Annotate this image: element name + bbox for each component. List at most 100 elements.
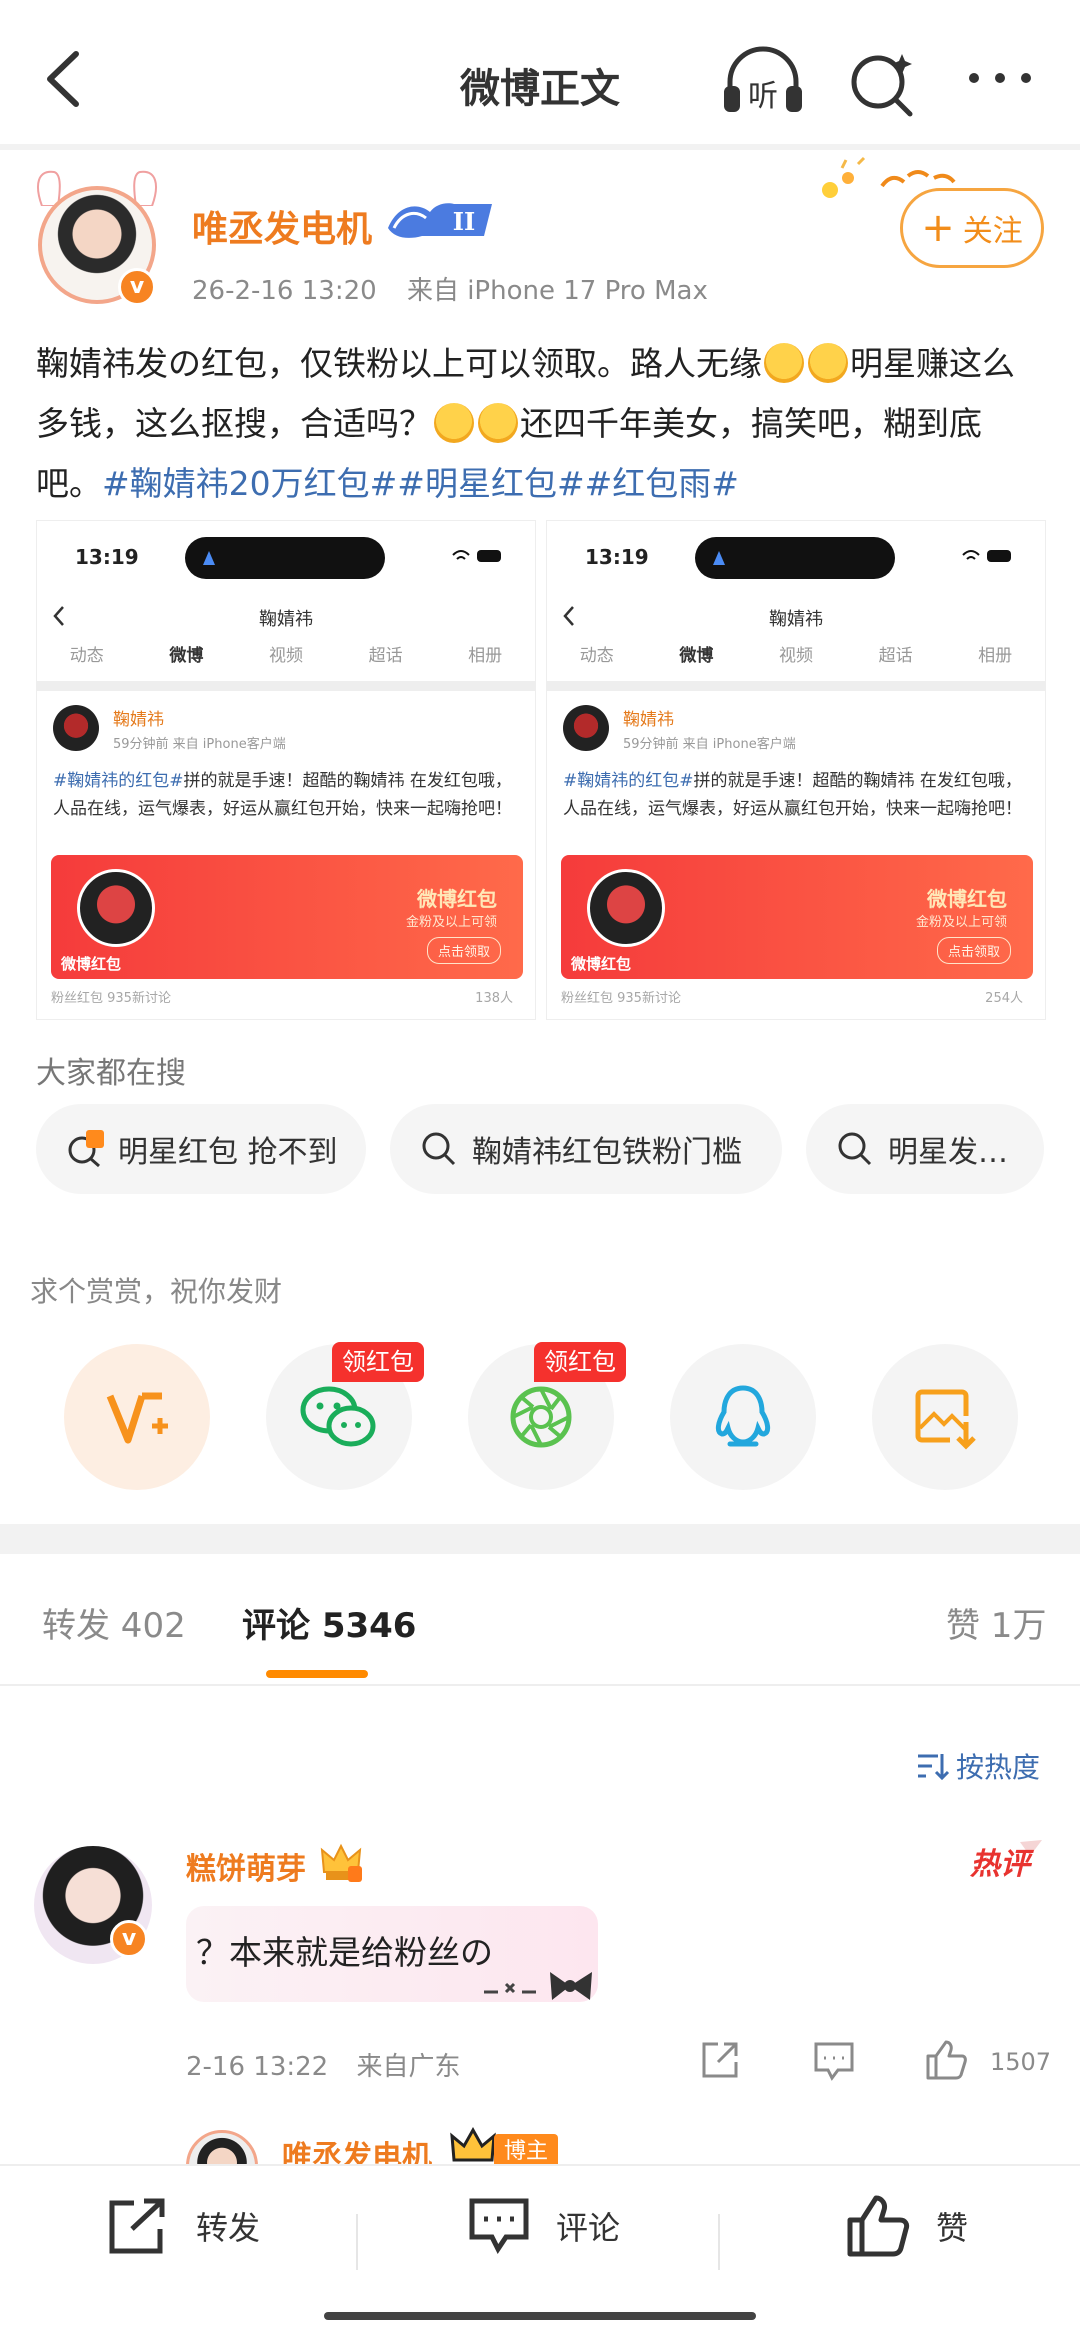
repost-icon [109, 2198, 165, 2254]
verified-badge-icon: v [118, 268, 156, 306]
author-name[interactable]: 唯丞发电机 [192, 200, 372, 252]
divider [0, 144, 1080, 150]
listen-label: 听 [748, 79, 778, 114]
hot-comment-tag-icon: 热评 [969, 1840, 1042, 1882]
reward-v-icon [106, 1392, 168, 1444]
share-qq-button[interactable] [670, 1344, 816, 1490]
mini-nav: 鞠婧祎 [37, 593, 535, 639]
sort-by-hot-button[interactable]: 按热度 [914, 1746, 1040, 1786]
wechat-icon [300, 1386, 376, 1447]
repost-comment-icon[interactable] [696, 2036, 744, 2084]
search-chip-label: 明星发… [888, 1135, 1008, 1170]
comment-like-count: 1507 [990, 2048, 1052, 2076]
yummy-emoji-icon [808, 343, 848, 383]
red-packet-sub: 金粉及以上可领 [405, 915, 497, 930]
home-indicator [324, 2312, 756, 2320]
red-packet-title: 微博红包 [927, 887, 1007, 911]
hashtag-link[interactable]: #鞠婧祎20万红包# [102, 464, 397, 503]
tab-comments[interactable]: 评论 5346 [242, 1598, 416, 1647]
listen-button[interactable]: 听 [718, 44, 808, 120]
search-chip[interactable]: 明星发… [806, 1104, 1044, 1194]
post-image[interactable]: 13:19 鞠婧祎 动态 微博 视频 超话 相册 鞠婧祎 59分钟前 来自 iP… [36, 520, 536, 1020]
mini-footer-right: 138人 [475, 991, 513, 1006]
mini-avatar [563, 705, 609, 751]
search-chip-label: 鞠婧祎红包铁粉门槛 [472, 1135, 742, 1170]
comment-time: 2-16 13:22 [186, 2052, 329, 2082]
comment-button[interactable]: 评论 [466, 2166, 620, 2286]
mini-tab: 视频 [268, 646, 303, 666]
hashtag-link[interactable]: #红包雨# [585, 464, 739, 503]
post-source: 来自 iPhone 17 Pro Max [406, 276, 708, 306]
search-icon [851, 54, 913, 117]
section-divider [0, 1524, 1080, 1554]
divider [547, 681, 1045, 691]
mini-meta: 59分钟前 来自 iPhone客户端 [623, 737, 796, 752]
moments-aperture-icon [510, 1386, 572, 1448]
comment-location: 来自广东 [356, 2052, 461, 2082]
mini-meta: 59分钟前 来自 iPhone客户端 [113, 737, 286, 752]
fan-level-badge-icon: II [388, 203, 492, 238]
comment-text: ？本来就是给粉丝の [196, 1933, 493, 1972]
search-chip-label: 明星红包 抢不到 [118, 1135, 338, 1170]
mini-footer-left: 粉丝红包 935新讨论 [561, 991, 681, 1006]
hot-search-icon [68, 1130, 104, 1168]
kiss-emoji-icon [478, 403, 518, 443]
kiss-emoji-icon [434, 403, 474, 443]
mini-footer-right: 254人 [985, 991, 1023, 1006]
mini-text: #鞠婧祎的红包#拼的就是手速！超酷的鞠婧祎 在发红包哦，人品在线，运气爆表，好运… [563, 767, 1033, 823]
image-download-icon [915, 1389, 976, 1450]
mini-tab: 超话 [368, 646, 403, 666]
search-button[interactable] [842, 44, 922, 120]
search-icon [422, 1132, 456, 1166]
comment-label: 评论 [556, 2209, 621, 2247]
reward-button[interactable] [64, 1344, 210, 1490]
mini-tab: 动态 [579, 646, 614, 666]
red-packet-avatar [587, 869, 665, 947]
mini-hashtag: #鞠婧祎的红包# [563, 771, 694, 791]
search-chip[interactable]: 明星红包 抢不到 [36, 1104, 366, 1194]
yummy-emoji-icon [764, 343, 804, 383]
hashtag-link[interactable]: #明星红包# [397, 464, 584, 503]
follow-label: 关注 [962, 214, 1023, 249]
fan-level-text: II [453, 207, 475, 236]
follow-button[interactable]: + 关注 [900, 188, 1044, 268]
like-button[interactable]: 赞 [846, 2166, 968, 2286]
mini-tab: 微博 [679, 646, 714, 666]
sort-label: 按热度 [956, 1751, 1041, 1784]
bottom-action-bar: 转发 评论 赞 [0, 2164, 1080, 2328]
red-packet-badge: 领红包 [332, 1342, 424, 1382]
mini-tab: 微博 [169, 646, 204, 666]
tab-likes[interactable]: 赞 1万 [946, 1598, 1046, 1647]
top-navigation-bar: 微博正文 听 [0, 0, 1080, 150]
divider [718, 2214, 720, 2270]
red-packet-badge: 领红包 [534, 1342, 626, 1382]
mini-nav: 鞠婧祎 [547, 593, 1045, 639]
reply-comment-icon[interactable] [810, 2036, 858, 2084]
hot-comment-label: 热评 [969, 1847, 1035, 1882]
headphones-icon: 听 [724, 46, 802, 114]
save-image-button[interactable] [872, 1344, 1018, 1490]
repost-label: 转发 [196, 2209, 261, 2247]
verified-badge-icon: v [110, 1920, 148, 1958]
divider [356, 2214, 358, 2270]
red-packet-title: 微博红包 [417, 887, 497, 911]
more-options-button[interactable] [960, 58, 1040, 98]
red-packet-avatar [77, 869, 155, 947]
post-image-grid: 13:19 鞠婧祎 动态 微博 视频 超话 相册 鞠婧祎 59分钟前 来自 iP… [36, 520, 1046, 1020]
tab-reposts[interactable]: 转发 402 [42, 1598, 186, 1647]
repost-button[interactable]: 转发 [104, 2166, 260, 2286]
mini-hashtag: #鞠婧祎的红包# [53, 771, 184, 791]
mini-footer: 粉丝红包 935新讨论 138人 [51, 987, 523, 1006]
active-tab-indicator [266, 1670, 368, 1678]
status-icons [452, 550, 501, 562]
mini-name: 鞠婧祎 [623, 710, 674, 730]
commenter-name[interactable]: 糕饼萌芽 [186, 1844, 306, 1888]
red-packet-label: 微博红包 [61, 955, 122, 973]
qq-penguin-icon [715, 1385, 771, 1447]
post-image[interactable]: 13:19 鞠婧祎 动态 微博 视频 超话 相册 鞠婧祎 59分钟前 来自 iP… [546, 520, 1046, 1020]
status-icons [962, 550, 1011, 562]
more-dots-icon [969, 73, 1031, 83]
search-chip[interactable]: 鞠婧祎红包铁粉门槛 [390, 1104, 782, 1194]
like-comment-icon[interactable] [922, 2036, 970, 2084]
mini-tabs: 动态 微博 视频 超话 相册 [547, 641, 1045, 681]
